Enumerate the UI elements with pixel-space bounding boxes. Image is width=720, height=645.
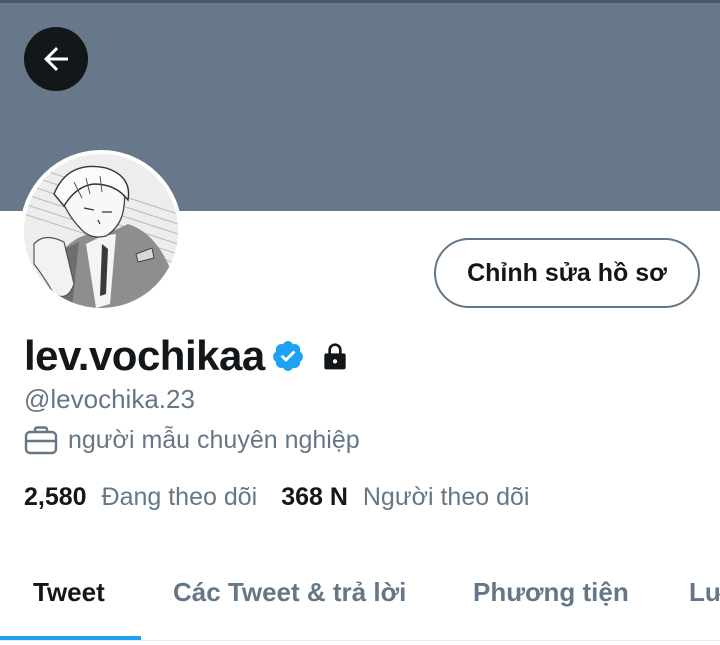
avatar[interactable] [20,150,182,312]
stats-row: 2,580 Đang theo dõi 368 N Người theo dõi [24,483,529,512]
profile-tabs: Tweet Các Tweet & trả lời Phương tiện Lư [0,555,720,645]
tab-tweets-and-replies[interactable]: Các Tweet & trả lời [173,577,406,608]
display-name: lev.vochikaa [24,332,265,379]
avatar-illustration [24,154,178,308]
name-row: lev.vochikaa [24,330,351,382]
briefcase-icon [24,426,58,455]
followers-count: 368 N [281,483,348,511]
followers-label: Người theo dõi [362,483,530,511]
profile-handle: @levochika.23 [24,384,195,414]
tab-tweets[interactable]: Tweet [33,577,105,608]
tabs-divider [0,640,720,641]
following-link[interactable]: 2,580 Đang theo dõi [24,483,257,512]
bio-text: người mẫu chuyên nghiệp [68,425,360,454]
back-button[interactable] [24,27,88,91]
verified-badge-icon [272,341,303,371]
bio-row: người mẫu chuyên nghiệp [24,425,360,455]
tab-media[interactable]: Phương tiện [473,577,629,608]
followers-link[interactable]: 368 N Người theo dõi [281,483,529,512]
lock-icon [324,343,346,370]
edit-profile-button[interactable]: Chỉnh sửa hồ sơ [434,238,700,308]
tab-likes[interactable]: Lư [689,577,720,608]
following-label: Đang theo dõi [101,483,258,511]
following-count: 2,580 [24,483,87,511]
arrow-left-icon [44,47,68,71]
